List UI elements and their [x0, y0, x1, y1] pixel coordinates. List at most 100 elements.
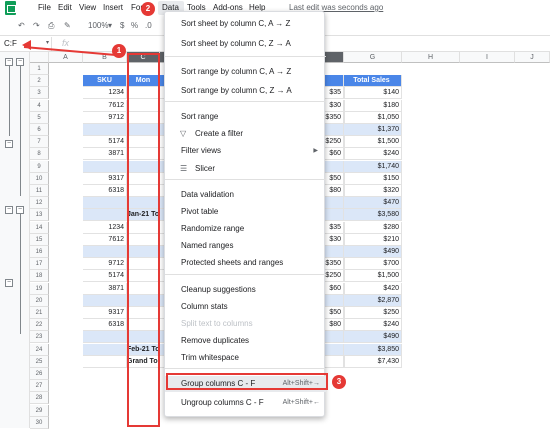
currency-icon[interactable]: $	[120, 21, 124, 30]
total-sales-cell[interactable]: $1,500	[344, 136, 402, 149]
total-sales-cell[interactable]: $470	[344, 197, 402, 210]
sku-cell[interactable]: 6318	[83, 185, 127, 197]
sku-cell[interactable]: 9317	[83, 172, 127, 185]
column-header-i[interactable]: I	[460, 52, 515, 63]
data-menu-item[interactable]: Randomize range	[165, 221, 326, 237]
menu-insert[interactable]: Insert	[103, 3, 123, 12]
total-sales-cell[interactable]: $420	[344, 282, 402, 295]
row-number[interactable]: 13	[30, 209, 49, 222]
sku-cell[interactable]: SKU	[83, 75, 127, 88]
total-sales-cell[interactable]: $1,050	[344, 111, 402, 124]
total-sales-cell[interactable]: $240	[344, 148, 402, 161]
sku-cell[interactable]	[83, 197, 127, 210]
zoom-select[interactable]: 100%	[88, 21, 108, 30]
row-number[interactable]: 25	[30, 355, 49, 368]
sku-cell[interactable]: 9712	[83, 258, 127, 271]
data-menu-item[interactable]: Sort range	[165, 109, 326, 125]
row-number[interactable]: 30	[30, 416, 49, 429]
total-sales-cell[interactable]: $1,370	[344, 124, 402, 136]
row-number[interactable]: 22	[30, 319, 49, 332]
data-menu-item[interactable]: Sort sheet by column C, Z → A	[165, 36, 326, 52]
data-menu-item[interactable]: Ungroup columns C - F Alt+Shift+←	[165, 395, 326, 411]
collapse-group-icon[interactable]: −	[5, 279, 13, 287]
column-header-h[interactable]: H	[402, 52, 460, 63]
sku-cell[interactable]	[83, 294, 127, 307]
sku-cell[interactable]	[83, 124, 127, 136]
total-sales-cell[interactable]: Total Sales	[344, 75, 402, 88]
data-menu-item[interactable]: Remove duplicates	[165, 333, 326, 349]
sku-cell[interactable]	[83, 209, 127, 222]
select-all-corner[interactable]	[30, 52, 49, 63]
total-sales-cell[interactable]: $1,500	[344, 270, 402, 283]
total-sales-cell[interactable]: $2,870	[344, 294, 402, 307]
menu-edit[interactable]: Edit	[58, 3, 72, 12]
row-number[interactable]: 21	[30, 307, 49, 319]
row-number[interactable]: 8	[30, 148, 49, 161]
sku-cell[interactable]: 3871	[83, 148, 127, 161]
sheets-logo-icon[interactable]	[5, 1, 16, 15]
data-menu-item[interactable]: Sort range by column C, Z → A	[165, 83, 326, 99]
row-number[interactable]: 15	[30, 233, 49, 246]
total-sales-cell[interactable]: $240	[344, 319, 402, 332]
sku-cell[interactable]: 6318	[83, 319, 127, 332]
data-menu-item[interactable]: Pivot table	[165, 204, 326, 220]
row-number[interactable]: 23	[30, 331, 49, 344]
row-number[interactable]: 5	[30, 111, 49, 124]
sku-cell[interactable]: 9712	[83, 111, 127, 124]
collapse-group-icon[interactable]: −	[5, 206, 13, 214]
total-sales-cell[interactable]: $1,740	[344, 160, 402, 173]
sku-cell[interactable]: 7612	[83, 99, 127, 112]
row-number[interactable]: 9	[30, 160, 49, 173]
total-sales-cell[interactable]: $180	[344, 99, 402, 112]
row-number[interactable]: 18	[30, 270, 49, 283]
column-header-j[interactable]: J	[515, 52, 550, 63]
data-menu-item[interactable]: Trim whitespace	[165, 350, 326, 366]
row-number[interactable]: 3	[30, 87, 49, 100]
sku-cell[interactable]	[83, 160, 127, 173]
row-number[interactable]: 14	[30, 221, 49, 234]
data-menu-item[interactable]: Named ranges	[165, 238, 326, 254]
print-icon[interactable]: ⎙	[48, 21, 54, 31]
row-number[interactable]: 27	[30, 380, 49, 393]
column-header-a[interactable]: A	[49, 52, 83, 63]
sku-cell[interactable]	[83, 246, 127, 258]
total-sales-cell[interactable]: $490	[344, 246, 402, 258]
row-number[interactable]: 28	[30, 392, 49, 405]
row-number[interactable]: 26	[30, 368, 49, 380]
row-number[interactable]: 7	[30, 136, 49, 149]
total-sales-cell[interactable]: $150	[344, 172, 402, 185]
data-menu-item[interactable]: Cleanup suggestions	[165, 282, 326, 298]
collapse-group-icon[interactable]: −	[16, 58, 24, 66]
redo-icon[interactable]: ↷	[33, 21, 40, 30]
data-menu-item[interactable]: Sort sheet by column C, A → Z	[165, 16, 326, 32]
data-menu-item[interactable]: Data validation	[165, 187, 326, 203]
column-header-g[interactable]: G	[344, 52, 402, 63]
row-number[interactable]: 24	[30, 343, 49, 356]
total-sales-cell[interactable]: $140	[344, 87, 402, 100]
row-number[interactable]: 17	[30, 258, 49, 271]
row-number[interactable]: 2	[30, 75, 49, 88]
collapse-group-icon[interactable]: −	[5, 140, 13, 148]
collapse-group-icon[interactable]: −	[5, 58, 13, 66]
menu-view[interactable]: View	[79, 3, 96, 12]
menu-file[interactable]: File	[38, 3, 51, 12]
sku-cell[interactable]	[83, 343, 127, 356]
total-sales-cell[interactable]: $280	[344, 221, 402, 234]
sku-cell[interactable]	[83, 331, 127, 344]
sku-cell[interactable]	[83, 355, 127, 368]
sku-cell[interactable]: 3871	[83, 282, 127, 295]
total-sales-cell[interactable]: $7,430	[344, 355, 402, 368]
row-number[interactable]: 16	[30, 246, 49, 258]
zoom-chevron-down-icon[interactable]: ▾	[108, 21, 112, 30]
data-menu-item[interactable]: Sort range by column C, A → Z	[165, 64, 326, 80]
sku-cell[interactable]: 5174	[83, 136, 127, 149]
paint-format-icon[interactable]: ✎	[64, 21, 71, 30]
sku-cell[interactable]: 1234	[83, 221, 127, 234]
sku-cell[interactable]: 1234	[83, 87, 127, 100]
total-sales-cell[interactable]: $3,580	[344, 209, 402, 222]
row-number[interactable]: 20	[30, 294, 49, 307]
row-number[interactable]: 11	[30, 185, 49, 197]
name-box-chevron-down-icon[interactable]: ▾	[46, 39, 49, 46]
decimal-icon[interactable]: .0	[145, 21, 152, 30]
row-number[interactable]: 6	[30, 124, 49, 136]
